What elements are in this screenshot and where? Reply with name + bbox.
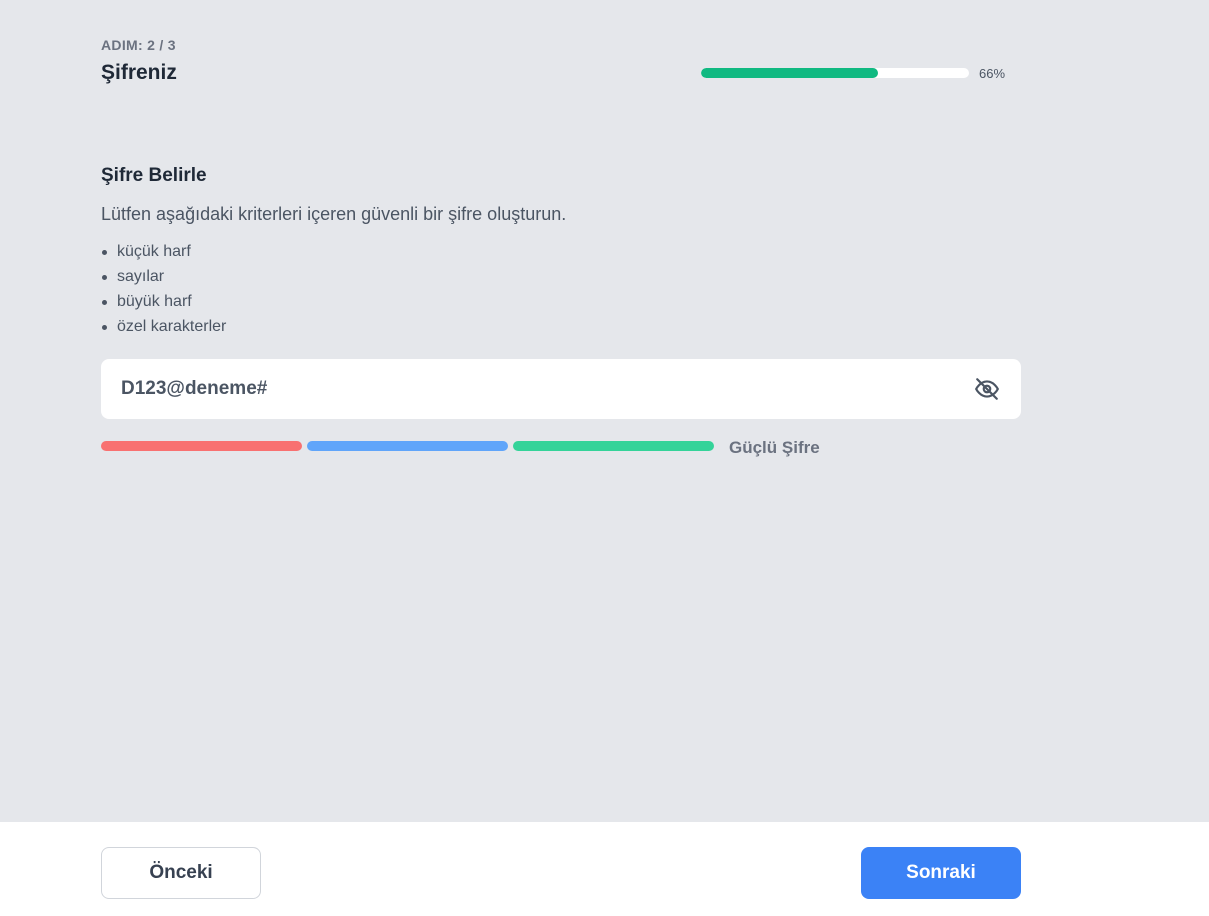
- criteria-item-label: küçük harf: [117, 243, 191, 260]
- strength-segment-medium: [307, 441, 508, 451]
- password-value[interactable]: D123@deneme#: [121, 378, 973, 400]
- section-description: Lütfen aşağıdaki kriterleri içeren güven…: [101, 204, 567, 224]
- progress-percent: 66%: [979, 66, 1006, 81]
- step-indicator: ADIM: 2 / 3: [101, 37, 176, 53]
- strength-segment-weak: [101, 441, 302, 451]
- section-title: Şifre Belirle: [101, 165, 207, 186]
- criteria-item-label: büyük harf: [117, 293, 192, 310]
- previous-button[interactable]: Önceki: [101, 847, 261, 899]
- strength-label: Güçlü Şifre: [729, 438, 820, 457]
- criteria-item-label: sayılar: [117, 268, 165, 285]
- page-title: Şifreniz: [101, 61, 177, 84]
- progress-bar-fill: [701, 68, 878, 78]
- bullet-icon: [102, 250, 107, 255]
- bullet-icon: [102, 300, 107, 305]
- criteria-item: sayılar: [101, 267, 226, 292]
- next-button[interactable]: Sonraki: [861, 847, 1021, 899]
- bullet-icon: [102, 275, 107, 280]
- criteria-item: büyük harf: [101, 292, 226, 317]
- main-content: ADIM: 2 / 3 Şifreniz 66% Şifre Belirle L…: [0, 0, 1209, 821]
- criteria-item: özel karakterler: [101, 317, 226, 342]
- progress-bar: [701, 68, 969, 78]
- footer: Önceki Sonraki: [0, 821, 1209, 916]
- criteria-item: küçük harf: [101, 242, 226, 267]
- eye-off-icon[interactable]: [973, 375, 1001, 403]
- criteria-item-label: özel karakterler: [117, 318, 227, 335]
- strength-segment-strong: [513, 441, 714, 451]
- password-input[interactable]: D123@deneme#: [101, 359, 1021, 419]
- bullet-icon: [102, 325, 107, 330]
- criteria-list: küçük harf sayılar büyük harf özel karak…: [101, 242, 226, 342]
